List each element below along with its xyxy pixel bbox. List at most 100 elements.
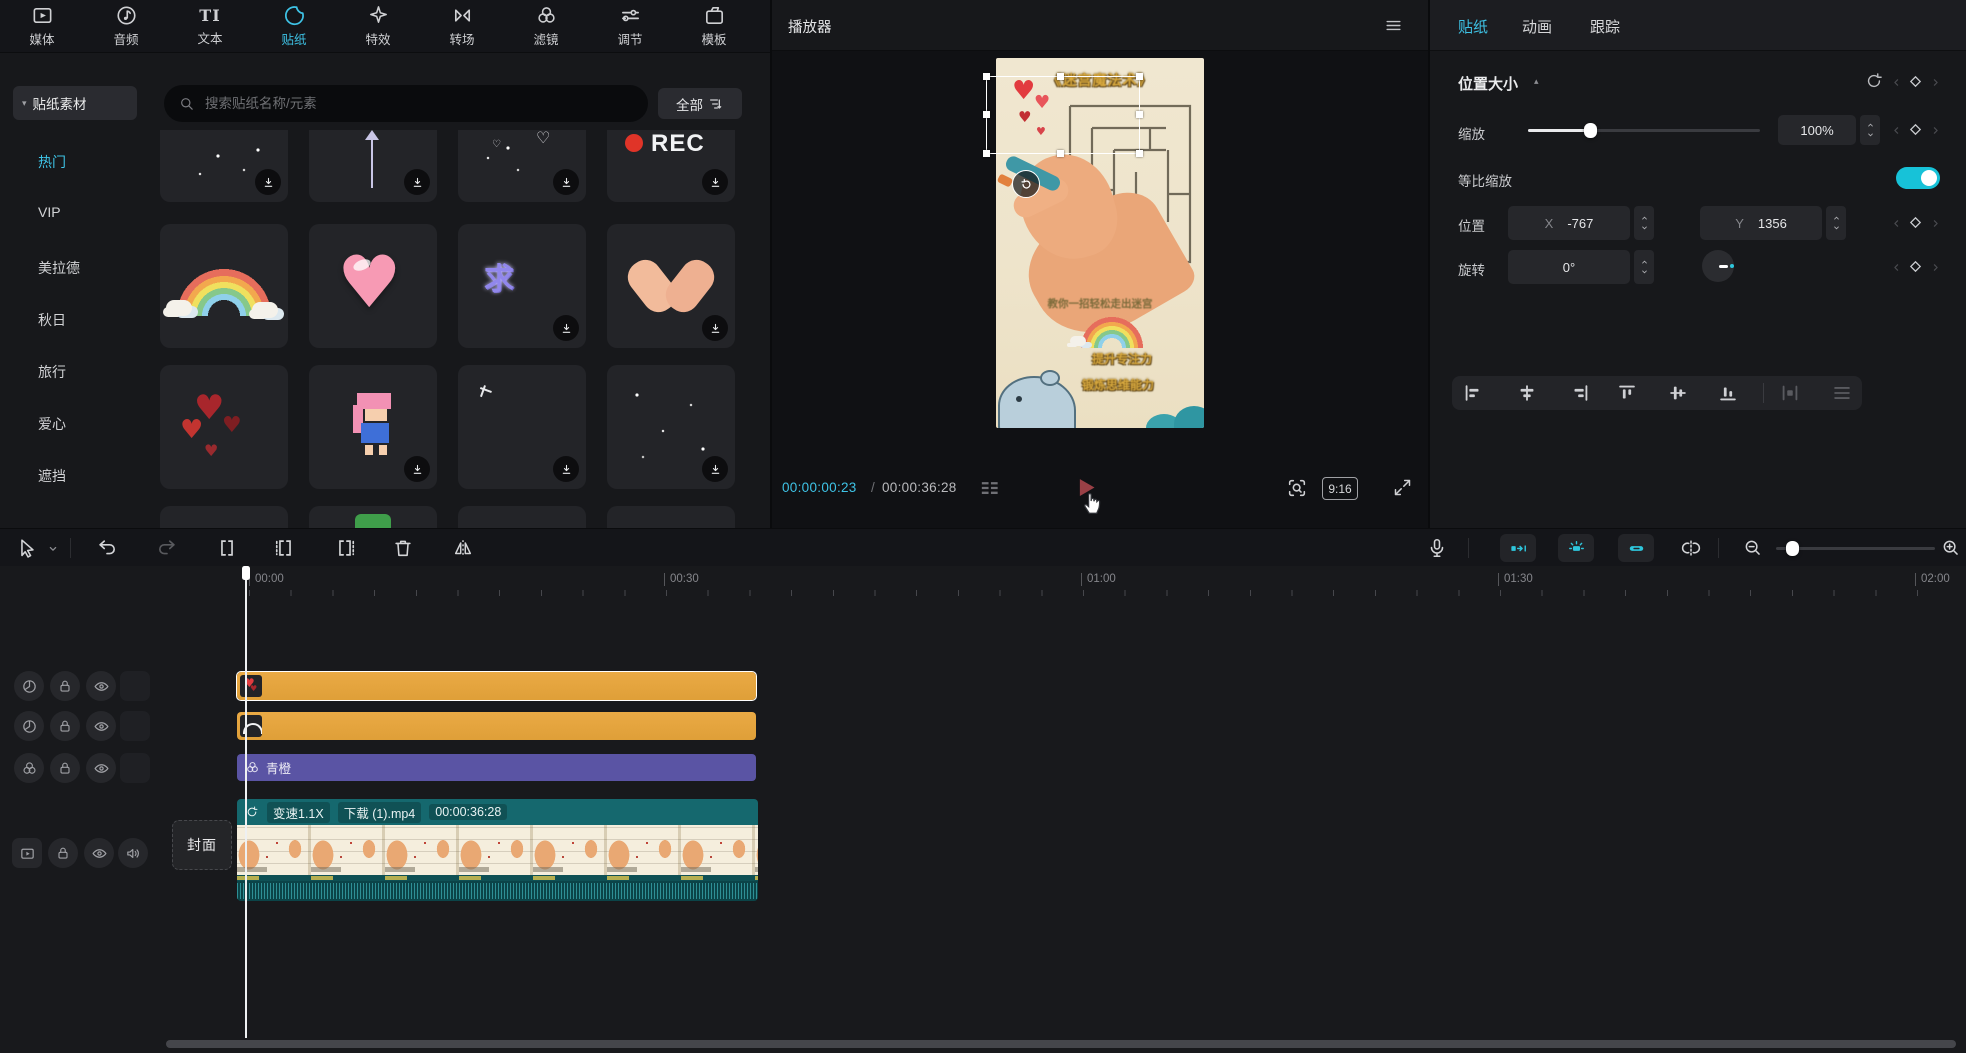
player-menu-icon[interactable] — [1384, 16, 1403, 35]
sticker-clip-2[interactable] — [237, 712, 756, 740]
tab-tracking[interactable]: 跟踪 — [1590, 16, 1620, 37]
rotation-value-box[interactable]: 0° — [1508, 250, 1630, 284]
sticker-cell-star-dots[interactable] — [607, 365, 735, 489]
sidebar-item-vip[interactable]: VIP — [38, 204, 61, 220]
timeline-zoom-slider[interactable] — [1776, 547, 1935, 550]
sticker-cell-small-sparkle[interactable] — [458, 365, 586, 489]
video-track-eye-icon[interactable] — [84, 838, 114, 868]
sticker-cell-heart-hands[interactable] — [607, 224, 735, 348]
scale-stepper[interactable] — [1860, 115, 1880, 145]
tab-filters[interactable]: 滤镜 — [504, 0, 588, 52]
delete-icon[interactable] — [392, 537, 414, 559]
selection-handle[interactable] — [1136, 73, 1143, 80]
section-collapse-icon[interactable]: ▴ — [1534, 76, 1539, 87]
playhead[interactable] — [245, 566, 247, 1038]
position-x-stepper[interactable] — [1634, 206, 1654, 240]
align-bottom-icon[interactable] — [1717, 382, 1739, 404]
keyframe-next-icon[interactable] — [1929, 261, 1942, 274]
split-keep-right-icon[interactable] — [334, 537, 356, 559]
sidebar-item-cover[interactable]: 遮挡 — [38, 466, 66, 486]
keyframe-next-icon[interactable] — [1929, 124, 1942, 137]
sidebar-item-love[interactable]: 爱心 — [38, 414, 66, 434]
align-top-icon[interactable] — [1616, 382, 1638, 404]
sidebar-header-sticker-material[interactable]: ▾ 贴纸素材 — [13, 86, 137, 120]
track1-duration-icon[interactable] — [14, 671, 44, 701]
sticker-cell-silver-sparkle[interactable]: ♡ ♡ — [458, 130, 586, 202]
position-x-box[interactable]: X -767 — [1508, 206, 1630, 240]
track2-duration-icon[interactable] — [14, 711, 44, 741]
sticker-cell-qiu[interactable]: 求 — [458, 224, 586, 348]
sticker-cell-partial[interactable] — [458, 506, 586, 528]
magnetic-snap-button[interactable] — [1500, 534, 1536, 562]
track2-lock-icon[interactable] — [50, 711, 80, 741]
align-right-icon[interactable] — [1569, 382, 1591, 404]
track1-eye-icon[interactable] — [86, 671, 116, 701]
scale-value-box[interactable]: 100% — [1778, 115, 1856, 145]
keyframe-prev-icon[interactable] — [1890, 76, 1903, 89]
uniform-scale-toggle[interactable] — [1896, 167, 1940, 189]
tab-audio[interactable]: 音频 — [84, 0, 168, 52]
keyframe-icon[interactable] — [1906, 72, 1925, 91]
split-icon[interactable] — [216, 537, 238, 559]
tab-template[interactable]: 模板 — [672, 0, 756, 52]
keyframe-next-icon[interactable] — [1929, 76, 1942, 89]
sidebar-item-maillard[interactable]: 美拉德 — [38, 258, 80, 278]
position-y-stepper[interactable] — [1826, 206, 1846, 240]
sticker-cell-rec[interactable]: REC — [607, 130, 735, 202]
tab-media[interactable]: 媒体 — [0, 0, 84, 52]
mirror-flip-icon[interactable] — [452, 537, 474, 559]
sticker-cell-pink-heart[interactable]: ♥ — [309, 224, 437, 348]
timeline-scrollbar[interactable] — [166, 1040, 1956, 1048]
align-center-horizontal-icon[interactable] — [1516, 382, 1538, 404]
tab-adjust[interactable]: 调节 — [588, 0, 672, 52]
selection-handle[interactable] — [1136, 150, 1143, 157]
distribute-vertical-icon[interactable] — [1831, 382, 1853, 404]
sticker-cell-arrow-up[interactable] — [309, 130, 437, 202]
position-y-box[interactable]: Y 1356 — [1700, 206, 1822, 240]
download-icon[interactable] — [702, 315, 728, 341]
preview-axis-icon[interactable] — [1680, 537, 1702, 559]
filter-all-button[interactable]: 全部 — [658, 88, 742, 119]
download-icon[interactable] — [553, 169, 579, 195]
sticker-search-box[interactable] — [164, 85, 648, 122]
distribute-horizontal-icon[interactable] — [1779, 382, 1801, 404]
rotation-keyframe-icon[interactable] — [1906, 257, 1925, 276]
ruler-minor-ticks[interactable] — [249, 590, 1950, 596]
rotation-dial[interactable] — [1702, 250, 1734, 282]
tab-effects[interactable]: 特效 — [336, 0, 420, 52]
track3-filter-icon[interactable] — [14, 753, 44, 783]
timeline-zoom-in-icon[interactable] — [1940, 537, 1961, 558]
sticker-cell-partial[interactable] — [309, 506, 437, 528]
selection-handle[interactable] — [1136, 111, 1143, 118]
select-tool-icon[interactable] — [16, 537, 38, 559]
align-left-icon[interactable] — [1462, 382, 1484, 404]
sidebar-item-hot[interactable]: 热门 — [38, 152, 66, 172]
track3-eye-icon[interactable] — [86, 753, 116, 783]
timeline-zoom-thumb[interactable] — [1786, 541, 1799, 556]
undo-icon[interactable] — [96, 537, 118, 559]
sticker-cell-rainbow[interactable] — [160, 224, 288, 348]
sticker-selection-box[interactable] — [986, 76, 1140, 154]
sticker-cell-partial[interactable] — [607, 506, 735, 528]
selection-handle[interactable] — [1057, 73, 1064, 80]
redo-icon[interactable] — [156, 537, 178, 559]
tab-text[interactable]: TI文本 — [168, 0, 252, 52]
preview-quality-icon[interactable] — [1286, 477, 1308, 499]
playhead-handle[interactable] — [242, 566, 250, 580]
record-voiceover-icon[interactable] — [1426, 537, 1448, 559]
track2-eye-icon[interactable] — [86, 711, 116, 741]
download-icon[interactable] — [553, 315, 579, 341]
select-tool-chevron-icon[interactable] — [46, 542, 60, 556]
download-icon[interactable] — [702, 169, 728, 195]
selection-handle[interactable] — [983, 73, 990, 80]
track3-lock-icon[interactable] — [50, 753, 80, 783]
timeline-zoom-out-icon[interactable] — [1742, 537, 1763, 558]
download-icon[interactable] — [255, 169, 281, 195]
fullscreen-icon[interactable] — [1392, 477, 1413, 498]
rotation-stepper[interactable] — [1634, 250, 1654, 284]
search-input[interactable] — [203, 95, 587, 112]
tab-animation[interactable]: 动画 — [1522, 16, 1552, 37]
download-icon[interactable] — [553, 456, 579, 482]
split-keep-left-icon[interactable] — [274, 537, 296, 559]
scale-keyframe-icon[interactable] — [1906, 120, 1925, 139]
